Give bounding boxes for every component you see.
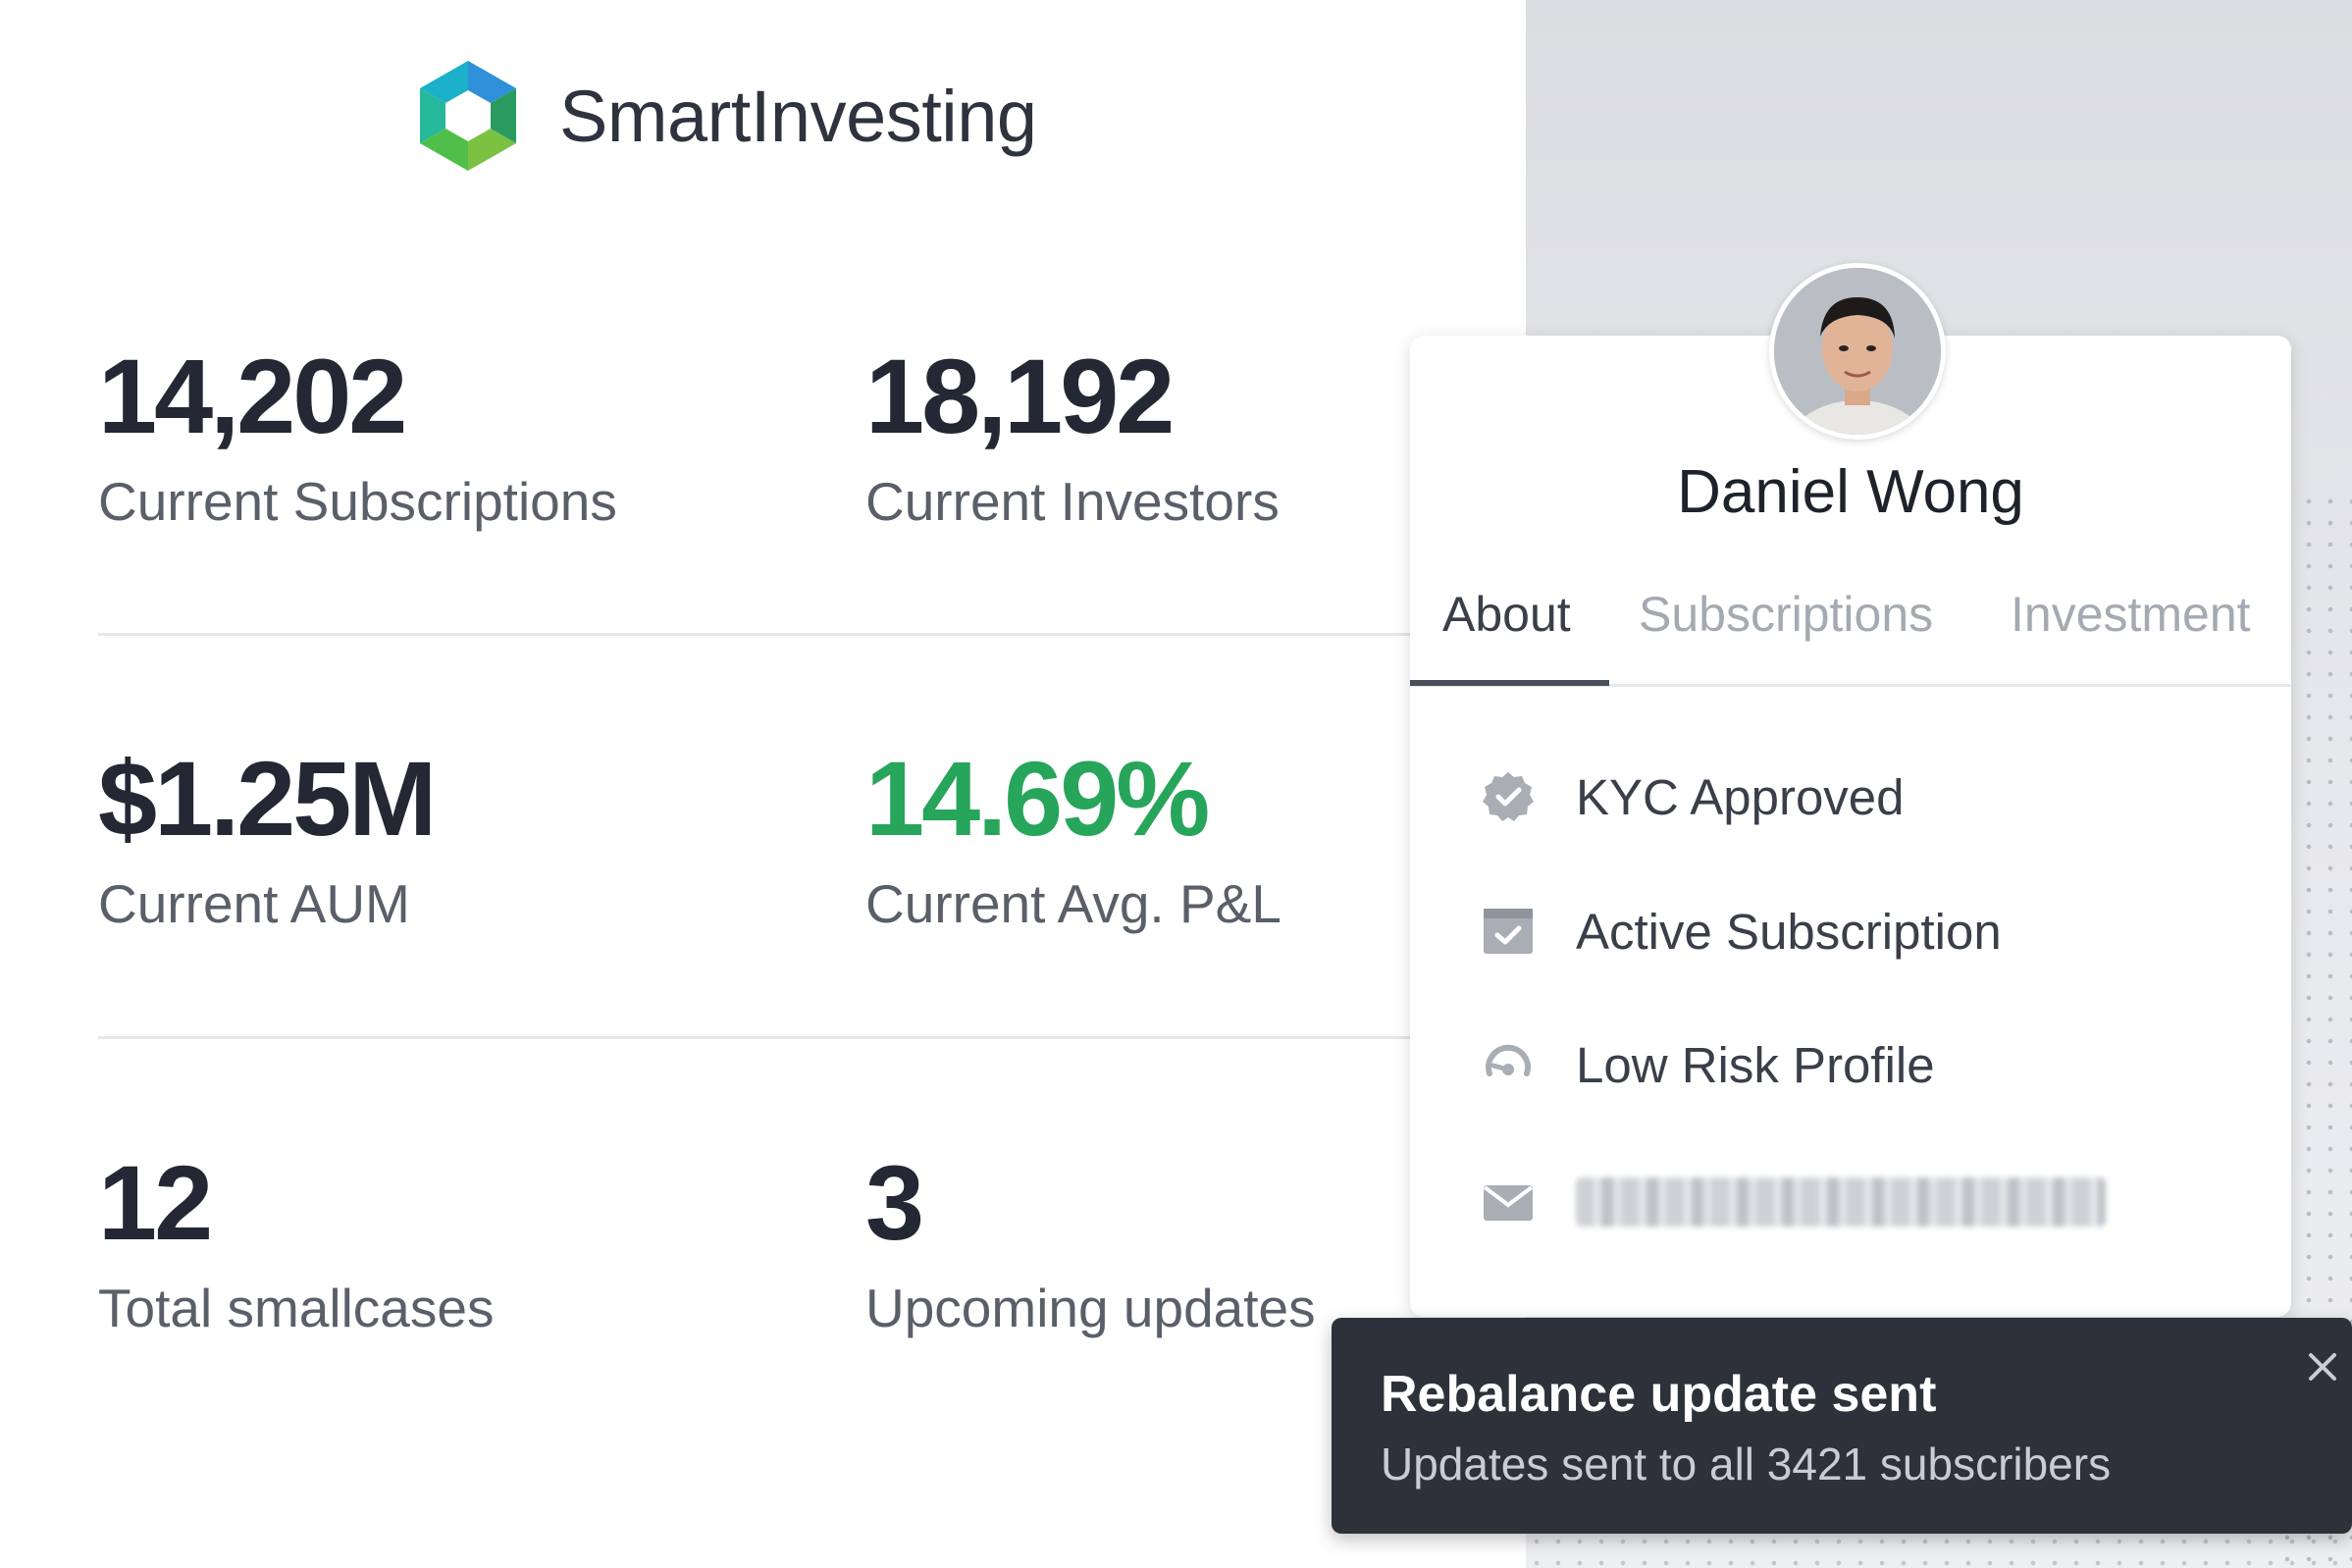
stat-label: Current Avg. P&L [865,873,1281,934]
detail-kyc: KYC Approved [1480,762,1905,831]
stat-value: 18,192 [865,337,1175,455]
profile-tabs: About Subscriptions Investment [1410,574,2291,687]
brand-name: SmartInvesting [559,75,1037,157]
dashboard-panel: SmartInvesting 14,202 Current Subscripti… [0,0,1526,1568]
stat-total-smallcases: 12 Total smallcases [98,1150,494,1335]
toast-title: Rebalance update sent [1381,1366,1937,1423]
stat-current-subscriptions: 14,202 Current Subscriptions [98,343,617,529]
stat-value: 14,202 [98,337,407,455]
stat-label: Current AUM [98,873,410,934]
tab-subscriptions[interactable]: Subscriptions [1639,586,1933,643]
mail-icon [1483,1185,1534,1221]
close-icon[interactable] [2303,1347,2342,1386]
tab-investment[interactable]: Investment [2011,586,2251,643]
tab-about[interactable]: About [1442,586,1571,643]
risk-gauge-icon [1486,1044,1531,1076]
active-tab-indicator [1410,680,1609,686]
brand: SmartInvesting [412,57,1037,175]
detail-text: KYC Approved [1576,768,1905,825]
stat-value: 3 [865,1143,924,1262]
verified-badge-icon [1483,772,1534,821]
dot-pattern-bottom [1526,1531,2352,1568]
stat-current-aum: $1.25M Current AUM [98,739,437,934]
hexagon-logo-icon [420,61,516,171]
stat-value: 12 [98,1143,213,1262]
stat-value: 14.69% [865,739,1210,858]
toast-message: Updates sent to all 3421 subscribers [1381,1438,2112,1490]
avatar [1769,263,1946,440]
detail-email [1480,1168,2106,1236]
stat-value: $1.25M [98,739,437,858]
detail-text: Active Subscription [1576,903,2002,960]
stat-current-avg-pl: 14.69% Current Avg. P&L [865,746,1281,931]
divider [98,1036,1413,1039]
stat-label: Total smallcases [98,1278,495,1338]
notification-toast: Rebalance update sent Updates sent to al… [1332,1318,2352,1534]
profile-name: Daniel Wong [1677,458,2024,526]
stat-upcoming-updates: 3 Upcoming updates [865,1150,1316,1335]
email-redacted [1576,1177,2106,1227]
detail-risk: Low Risk Profile [1480,1030,1935,1099]
stat-label: Upcoming updates [865,1278,1316,1338]
detail-subscription: Active Subscription [1480,897,2002,966]
detail-text: Low Risk Profile [1576,1036,1935,1093]
avatar-portrait [1774,268,1941,435]
stat-current-investors: 18,192 Current Investors [865,343,1280,529]
stat-label: Current Investors [865,471,1280,532]
calendar-check-icon [1484,909,1533,954]
divider [98,633,1413,636]
stat-label: Current Subscriptions [98,471,617,532]
